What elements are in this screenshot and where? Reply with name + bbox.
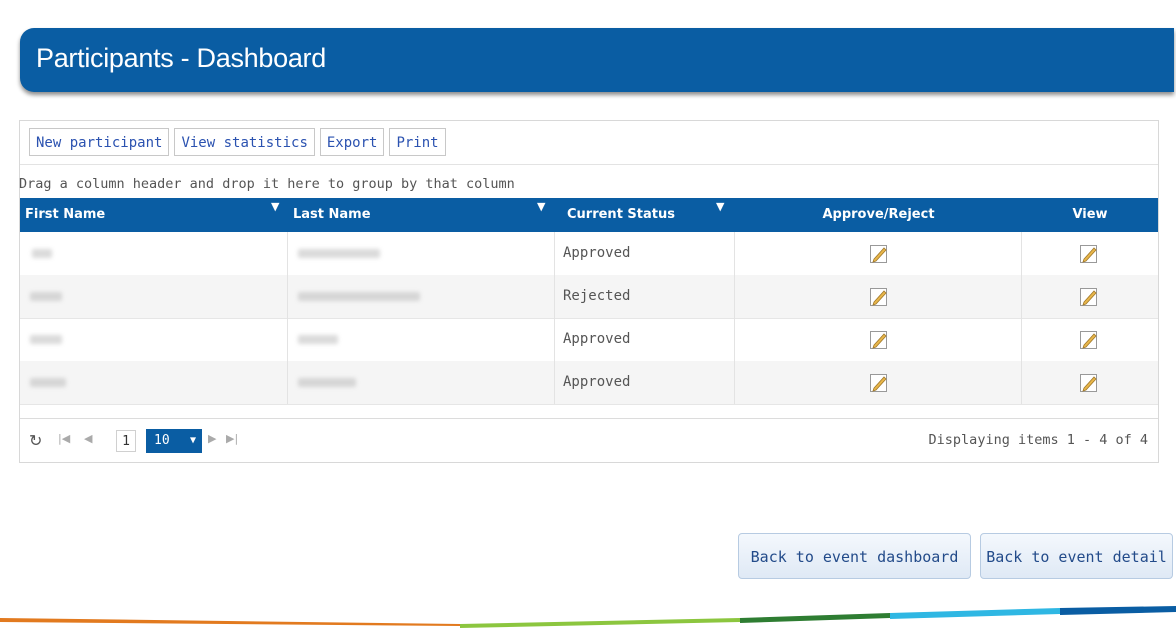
edit-icon[interactable]: [869, 244, 889, 264]
column-header-view: View: [1022, 198, 1158, 232]
approve-reject-cell: [735, 318, 1022, 361]
view-cell: [1022, 318, 1158, 361]
print-button[interactable]: Print: [389, 128, 446, 156]
status-cell: Approved: [555, 361, 735, 404]
table-row[interactable]: Approved: [20, 318, 1158, 362]
page-size-value: 10: [154, 433, 170, 448]
footer-decoration: [0, 606, 1176, 628]
column-label: Approve/Reject: [822, 207, 935, 222]
edit-icon[interactable]: [869, 330, 889, 350]
status-text: Rejected: [563, 288, 631, 304]
last-name-cell: [288, 232, 555, 275]
edit-icon[interactable]: [1079, 287, 1099, 307]
prev-page-icon[interactable]: ◀: [84, 432, 92, 445]
column-header-approve-reject: Approve/Reject: [735, 198, 1022, 232]
view-cell: [1022, 361, 1158, 404]
current-page[interactable]: 1: [116, 430, 136, 452]
last-name-cell: [288, 361, 555, 404]
status-text: Approved: [563, 245, 631, 261]
edit-icon[interactable]: [869, 287, 889, 307]
grid-toolbar: New participant View statistics Export P…: [29, 128, 446, 156]
approve-reject-cell: [735, 361, 1022, 404]
view-cell: [1022, 232, 1158, 275]
edit-icon[interactable]: [1079, 373, 1099, 393]
pager: ↻ |◀ ◀ 1 10 ▼ ▶ ▶| Displaying items 1 - …: [20, 418, 1158, 462]
column-label: Current Status: [567, 207, 675, 222]
export-button[interactable]: Export: [319, 128, 385, 156]
table-row[interactable]: Rejected: [20, 275, 1158, 319]
column-label: View: [1072, 207, 1108, 222]
page-title: Participants - Dashboard: [36, 43, 326, 73]
view-cell: [1022, 275, 1158, 318]
pager-info: Displaying items 1 - 4 of 4: [928, 432, 1148, 448]
edit-icon[interactable]: [1079, 244, 1099, 264]
column-header-first-name[interactable]: First Name: [20, 198, 288, 232]
edit-icon[interactable]: [869, 373, 889, 393]
page-size-select[interactable]: 10 ▼: [146, 429, 202, 453]
status-cell: Rejected: [555, 275, 735, 318]
grid-header: First Name ▼ Last Name ▼ Current Status …: [20, 198, 1158, 232]
last-name-cell: [288, 318, 555, 361]
first-name-cell: [20, 232, 288, 275]
first-name-cell: [20, 318, 288, 361]
title-bar: Participants - Dashboard: [20, 28, 1174, 92]
group-drop-area[interactable]: Drag a column header and drop it here to…: [19, 164, 1158, 199]
filter-icon[interactable]: ▼: [716, 201, 724, 212]
last-page-icon[interactable]: ▶|: [226, 432, 238, 445]
next-page-icon[interactable]: ▶: [208, 432, 216, 445]
participants-grid: New participant View statistics Export P…: [19, 120, 1159, 463]
chevron-down-icon: ▼: [189, 435, 196, 446]
approve-reject-cell: [735, 232, 1022, 275]
column-header-current-status[interactable]: Current Status: [555, 198, 735, 232]
approve-reject-cell: [735, 275, 1022, 318]
status-cell: Approved: [555, 318, 735, 361]
first-name-cell: [20, 275, 288, 318]
column-label: Last Name: [293, 207, 371, 222]
table-row[interactable]: Approved: [20, 232, 1158, 276]
first-page-icon[interactable]: |◀: [58, 432, 70, 445]
column-label: First Name: [25, 207, 106, 222]
group-hint: Drag a column header and drop it here to…: [19, 176, 515, 192]
edit-icon[interactable]: [1079, 330, 1099, 350]
status-cell: Approved: [555, 232, 735, 275]
refresh-icon[interactable]: ↻: [29, 431, 42, 450]
new-participant-button[interactable]: New participant: [29, 128, 170, 156]
table-row[interactable]: Approved: [20, 361, 1158, 405]
column-header-last-name[interactable]: Last Name: [288, 198, 555, 232]
last-name-cell: [288, 275, 555, 318]
first-name-cell: [20, 361, 288, 404]
filter-icon[interactable]: ▼: [537, 201, 545, 212]
status-text: Approved: [563, 374, 631, 390]
view-statistics-button[interactable]: View statistics: [174, 128, 315, 156]
filter-icon[interactable]: ▼: [271, 201, 279, 212]
status-text: Approved: [563, 331, 631, 347]
